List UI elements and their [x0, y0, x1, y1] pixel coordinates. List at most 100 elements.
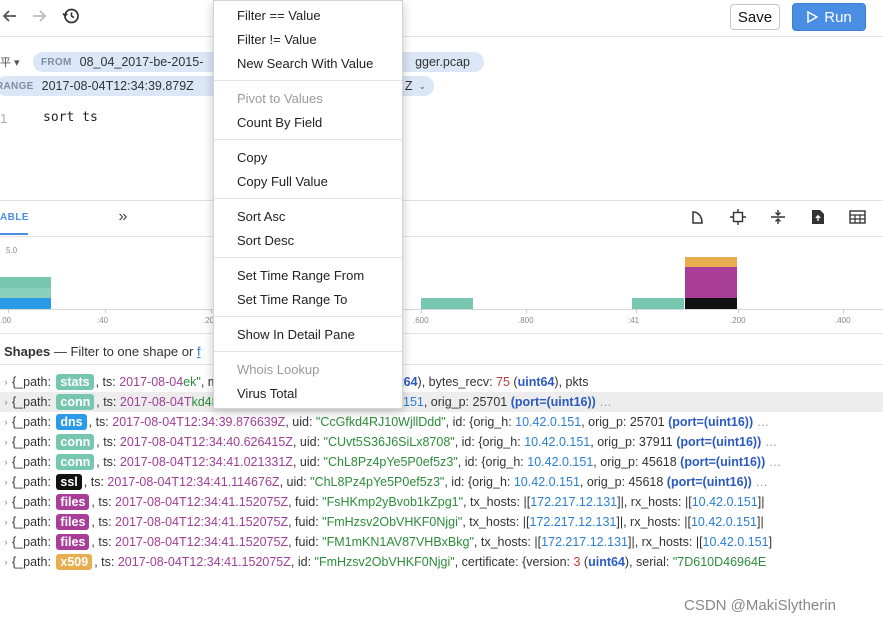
path-badge[interactable]: files	[56, 514, 90, 530]
query-editor[interactable]: sort ts	[43, 110, 98, 125]
record-field[interactable]: 172.217.12.131	[530, 495, 617, 509]
record-field[interactable]: "CUvt5S36J6SiLx8708"	[324, 435, 455, 449]
record-field[interactable]: "ChL8Pz4pYe5P0ef5z3"	[310, 475, 444, 489]
tab-table[interactable]: ABLE	[0, 212, 29, 223]
expand-icon[interactable]	[728, 207, 748, 227]
histogram-x-tick: :41	[628, 316, 640, 325]
record-field[interactable]: 10.42.0.151	[703, 535, 769, 549]
menu-item-show-in-detail-pane[interactable]: Show In Detail Pane	[237, 327, 355, 342]
expand-row-icon[interactable]: ›	[0, 417, 12, 427]
table-row[interactable]: › {_path: conn, ts: 2017-08-04T12:34:40.6…	[0, 432, 883, 452]
expand-row-icon[interactable]: ›	[0, 477, 12, 487]
path-badge[interactable]: files	[56, 534, 90, 550]
run-label: Run	[824, 8, 852, 26]
record-field[interactable]: 10.42.0.151	[692, 495, 758, 509]
menu-item-sort-asc[interactable]: Sort Asc	[237, 209, 285, 224]
table-row[interactable]: › {_path: conn, ts: 2017-08-04T12:34:41.0…	[0, 452, 883, 472]
path-badge[interactable]: files	[56, 494, 90, 510]
table-row[interactable]: › {_path: files, ts: 2017-08-04T12:34:41.…	[0, 512, 883, 532]
ts-value[interactable]: 2017-08-04T12:34:40.626415Z	[120, 435, 293, 449]
history-clock-icon[interactable]	[61, 6, 81, 26]
record-field[interactable]: 10.42.0.151	[691, 515, 757, 529]
record-field[interactable]: 10.42.0.151	[527, 455, 593, 469]
ts-value[interactable]: 2017-08-04T12:34:41.152075Z	[115, 495, 288, 509]
record-field[interactable]: (port=(uint16))	[680, 455, 765, 469]
expand-row-icon[interactable]: ›	[0, 497, 12, 507]
menu-item-set-time-range-from[interactable]: Set Time Range From	[237, 268, 364, 283]
path-badge[interactable]: conn	[56, 394, 95, 410]
ts-value[interactable]: 2017-08-04T12:34:41.152075Z	[115, 515, 288, 529]
ts-value[interactable]: 2017-08-04T	[120, 395, 192, 409]
table-icon[interactable]	[847, 207, 867, 227]
record-prefix: {_path:	[12, 495, 55, 509]
expand-row-icon[interactable]: ›	[0, 377, 12, 387]
table-row[interactable]: ›{_path: stats, ts: 2017-08-04ek", mem: …	[0, 372, 883, 392]
expand-row-icon[interactable]: ›	[0, 437, 12, 447]
record-field[interactable]: 172.217.12.131	[529, 515, 616, 529]
record-field[interactable]: uint64	[588, 555, 625, 569]
path-badge[interactable]: x509	[56, 554, 93, 570]
table-row[interactable]: ›{_path: conn, ts: 2017-08-04Tkd4RJ10Wjl…	[0, 392, 883, 412]
menu-item-set-time-range-to[interactable]: Set Time Range To	[237, 292, 347, 307]
expand-row-icon[interactable]: ›	[0, 397, 12, 407]
menu-item-sort-desc[interactable]: Sort Desc	[237, 233, 294, 248]
table-row[interactable]: › {_path: ssl, ts: 2017-08-04T12:34:41.11…	[0, 472, 883, 492]
record-field[interactable]: 10.42.0.151	[524, 435, 590, 449]
ts-value[interactable]: 2017-08-04T12:34:41.152075Z	[115, 535, 288, 549]
record-field[interactable]: 10.42.0.151	[514, 475, 580, 489]
menu-item-new-search-with-value[interactable]: New Search With Value	[237, 56, 373, 71]
save-button[interactable]: Save	[730, 4, 780, 30]
path-badge[interactable]: conn	[56, 454, 95, 470]
record-field[interactable]: 172.217.12.131	[541, 535, 628, 549]
ts-value[interactable]: 2017-08-04	[119, 375, 183, 389]
record-field[interactable]: uint64	[518, 375, 555, 389]
record-field[interactable]: 75	[496, 375, 510, 389]
menu-item-filter-value[interactable]: Filter == Value	[237, 8, 321, 23]
record-field[interactable]: ek"	[183, 375, 201, 389]
arrow-right-icon[interactable]	[29, 6, 49, 26]
ts-value[interactable]: 2017-08-04T12:34:41.152075Z	[118, 555, 291, 569]
menu-item-filter-value[interactable]: Filter != Value	[237, 32, 317, 47]
export-file-icon[interactable]	[808, 207, 828, 227]
path-badge[interactable]: stats	[56, 374, 94, 390]
shapes-link[interactable]: f	[197, 344, 201, 359]
pool-label[interactable]: 平 ▾	[0, 54, 20, 70]
record-field[interactable]: "FsHKmp2yBvob1kZpg1"	[322, 495, 463, 509]
menu-item-count-by-field[interactable]: Count By Field	[237, 115, 322, 130]
pie-chart-icon[interactable]	[688, 207, 708, 227]
menu-item-virus-total[interactable]: Virus Total	[237, 386, 297, 401]
arrow-left-icon[interactable]	[0, 6, 20, 26]
record-field[interactable]: 10.42.0.151	[515, 415, 581, 429]
menu-item-copy-full-value[interactable]: Copy Full Value	[237, 174, 328, 189]
table-row[interactable]: › {_path: x509, ts: 2017-08-04T12:34:41.1…	[0, 552, 883, 572]
record-field[interactable]: "ChL8Pz4pYe5P0ef5z3"	[324, 455, 458, 469]
collapse-icon[interactable]	[768, 207, 788, 227]
record-field[interactable]: "FmHzsv2ObVHKF0Njgi"	[315, 555, 455, 569]
record-field[interactable]: "7D610D46964E	[673, 555, 766, 569]
table-row[interactable]: › {_path: dns, ts: 2017-08-04T12:34:39.87…	[0, 412, 883, 432]
histogram-bar-conn-3	[632, 298, 684, 309]
record-field[interactable]: "FmHzsv2ObVHKF0Njgi"	[322, 515, 462, 529]
menu-item-copy[interactable]: Copy	[237, 150, 267, 165]
run-button[interactable]: Run	[792, 3, 866, 31]
ts-value[interactable]: 2017-08-04T12:34:41.021331Z	[120, 455, 293, 469]
record-field[interactable]: "CcGfkd4RJ10WjllDdd"	[316, 415, 446, 429]
expand-row-icon[interactable]: ›	[0, 537, 12, 547]
path-badge[interactable]: conn	[56, 434, 95, 450]
record-field[interactable]: (port=(uint16))	[676, 435, 761, 449]
ts-value[interactable]: 2017-08-04T12:34:41.114676Z	[107, 475, 279, 489]
expand-row-icon[interactable]: ›	[0, 517, 12, 527]
record-field[interactable]: "FM1mKN1AV87VHBxBkg"	[322, 535, 474, 549]
table-row[interactable]: › {_path: files, ts: 2017-08-04T12:34:41.…	[0, 492, 883, 512]
expand-row-icon[interactable]: ›	[0, 457, 12, 467]
record-field[interactable]: (port=(uint16))	[511, 395, 596, 409]
record-field[interactable]: (port=(uint16))	[667, 475, 752, 489]
expand-row-icon[interactable]: ›	[0, 557, 12, 567]
ts-value[interactable]: 2017-08-04T12:34:39.876639Z	[112, 415, 285, 429]
record-field[interactable]: 3	[574, 555, 581, 569]
double-chevron-right-icon[interactable]: »	[113, 207, 133, 227]
table-row[interactable]: › {_path: files, ts: 2017-08-04T12:34:41.…	[0, 532, 883, 552]
path-badge[interactable]: dns	[56, 414, 87, 430]
path-badge[interactable]: ssl	[56, 474, 82, 490]
record-field[interactable]: (port=(uint16))	[668, 415, 753, 429]
